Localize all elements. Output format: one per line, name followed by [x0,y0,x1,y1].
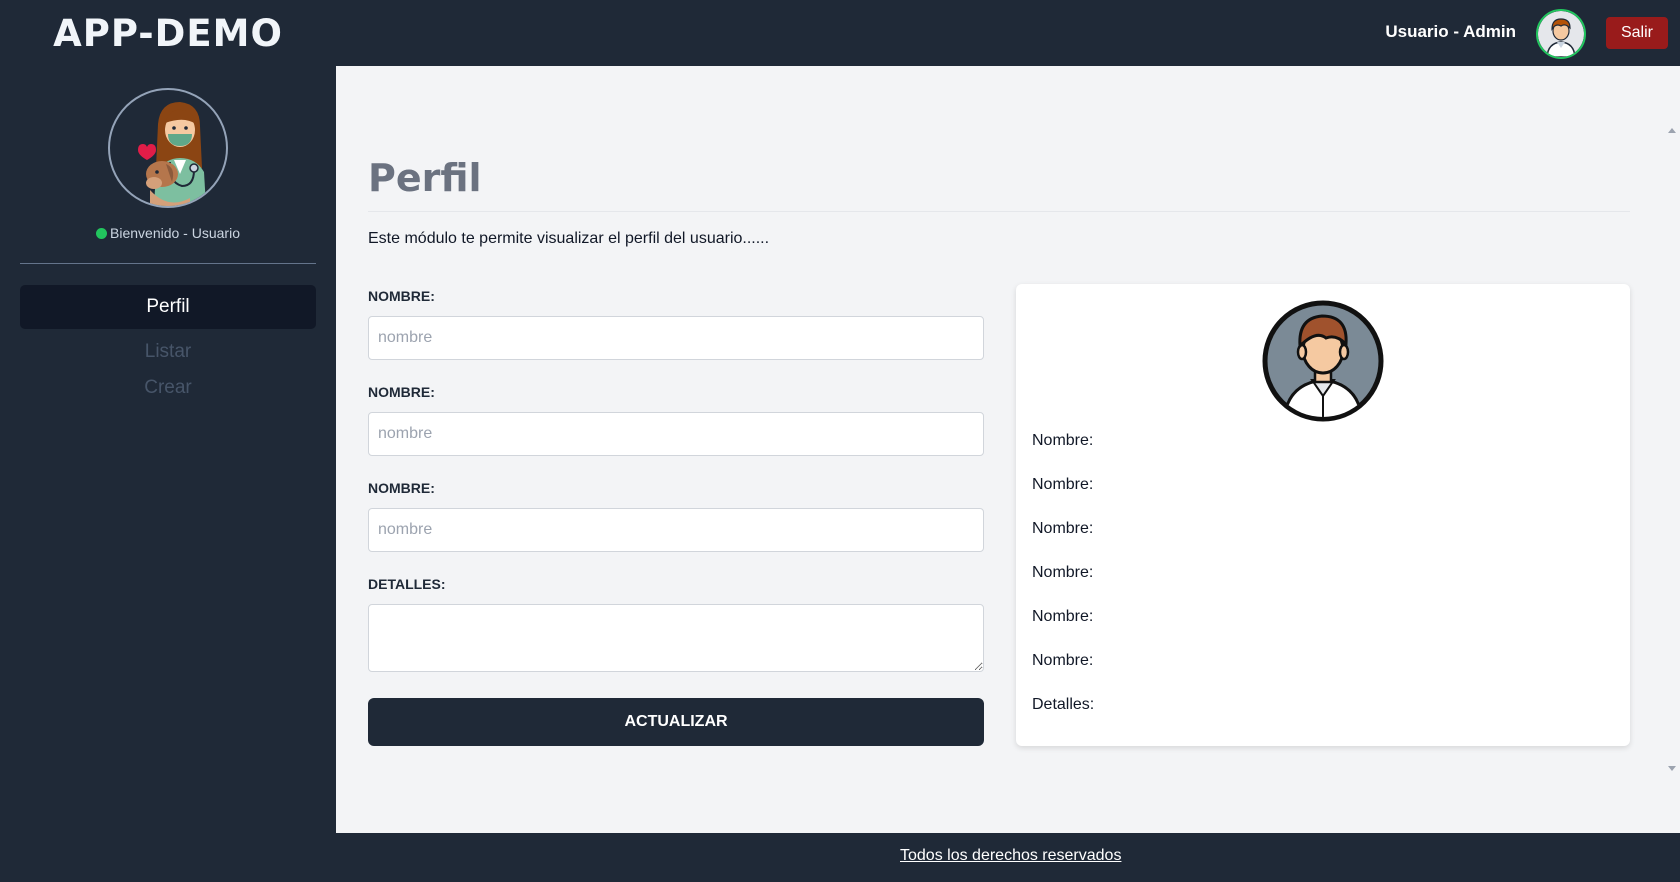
card-row-nombre-5: Nombre: [1032,608,1094,625]
welcome-text: Bienvenido - Usuario [110,225,240,241]
card-row-nombre-3: Nombre: [1032,520,1094,537]
logout-button[interactable]: Salir [1606,17,1668,49]
footer: Todos los derechos reservados [0,833,1680,882]
detalles-textarea[interactable] [368,604,984,672]
field-label-nombre-3: NOMBRE: [368,480,435,496]
field-label-detalles: DETALLES: [368,576,446,592]
scroll-up-arrow-icon[interactable] [1668,128,1676,133]
main-content: Perfil Este módulo te permite visualizar… [336,66,1680,833]
sidebar-item-crear[interactable]: Crear [20,373,316,403]
card-row-nombre-6: Nombre: [1032,652,1094,669]
field-label-nombre-1: NOMBRE: [368,288,435,304]
sidebar-avatar [108,88,228,208]
header-avatar[interactable] [1536,9,1586,59]
page-description: Este módulo te permite visualizar el per… [368,230,770,247]
scroll-down-arrow-icon[interactable] [1668,766,1676,771]
field-label-nombre-2: NOMBRE: [368,384,435,400]
profile-avatar [1262,300,1384,422]
nombre-input-3[interactable] [368,508,984,552]
welcome-status: Bienvenido - Usuario [0,225,336,241]
card-row-nombre-2: Nombre: [1032,476,1094,493]
footer-rights-link[interactable]: Todos los derechos reservados [900,847,1121,865]
page-title: Perfil [368,156,482,200]
update-button[interactable]: ACTUALIZAR [368,698,984,746]
nombre-input-2[interactable] [368,412,984,456]
sidebar-item-perfil[interactable]: Perfil [20,285,316,329]
title-divider [368,211,1630,212]
header-user-label: Usuario - Admin [1385,22,1516,41]
sidebar: APP-DEMO Bienvenido - Usuario Perfil Lis… [0,0,336,833]
sidebar-item-listar[interactable]: Listar [20,337,316,367]
profile-card: Nombre: Nombre: Nombre: Nombre: Nombre: … [1016,284,1630,746]
sidebar-divider [20,263,316,264]
card-row-detalles: Detalles: [1032,696,1095,713]
card-row-nombre-4: Nombre: [1032,564,1094,581]
app-brand: APP-DEMO [53,12,283,55]
card-row-nombre-1: Nombre: [1032,432,1094,449]
nombre-input-1[interactable] [368,316,984,360]
online-status-dot [96,228,108,239]
